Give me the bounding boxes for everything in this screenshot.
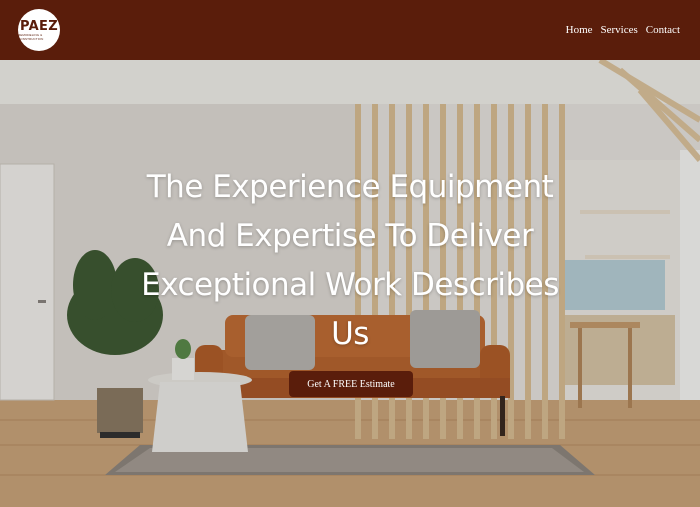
logo[interactable]: PAEZ REMODELING & CONSTRUCTION xyxy=(18,9,60,51)
hero-section: The Experience Equipment And Expertise T… xyxy=(0,60,700,507)
site-header: PAEZ REMODELING & CONSTRUCTION Home Serv… xyxy=(0,0,700,60)
free-estimate-button[interactable]: Get A FREE Estimate xyxy=(289,371,413,397)
nav-services-link[interactable]: Services xyxy=(601,24,638,36)
logo-text: PAEZ xyxy=(20,18,58,34)
logo-subtext: REMODELING & CONSTRUCTION xyxy=(18,32,44,41)
nav-contact-link[interactable]: Contact xyxy=(646,24,680,36)
nav-home-link[interactable]: Home xyxy=(566,24,593,36)
main-nav: Home Services Contact xyxy=(566,24,680,36)
hero-headline: The Experience Equipment And Expertise T… xyxy=(141,169,559,352)
